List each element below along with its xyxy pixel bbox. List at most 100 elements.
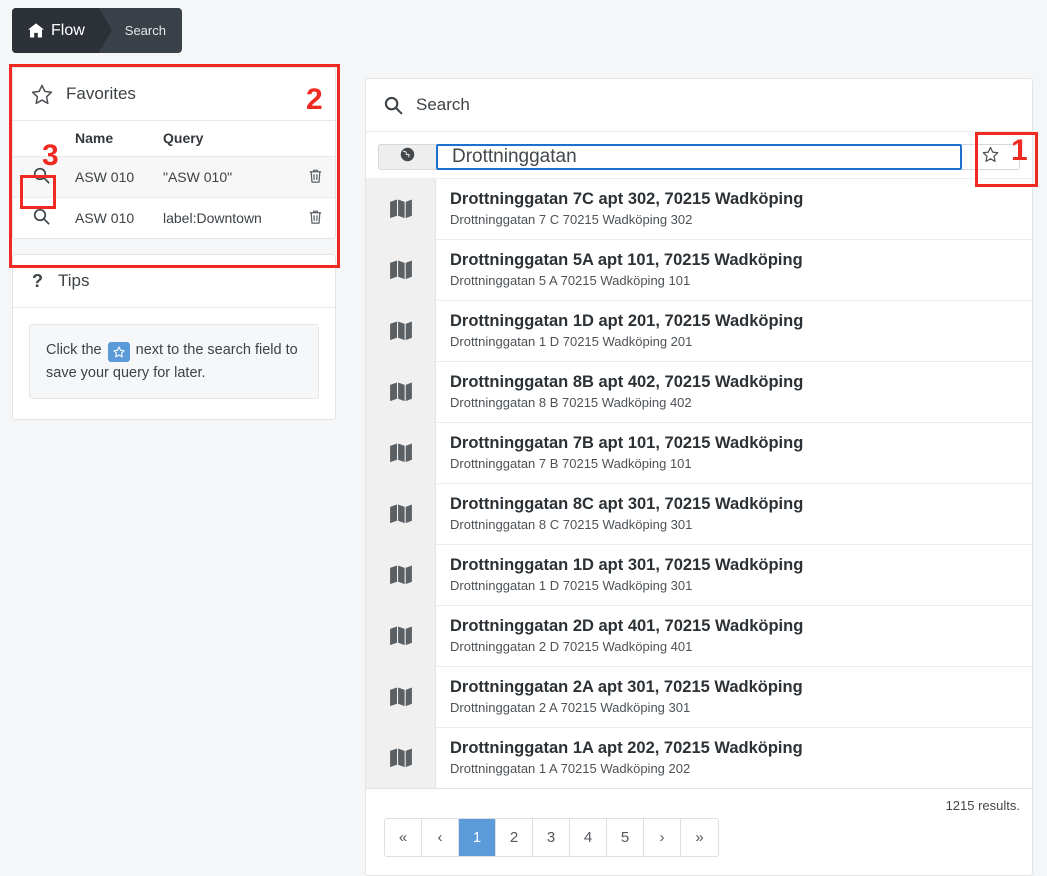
star-outline-icon	[982, 146, 999, 168]
list-item-text: Drottninggatan 7C apt 302, 70215 Wadköpi…	[436, 179, 817, 239]
favorite-row-delete-button[interactable]	[295, 156, 335, 198]
pagination-last[interactable]: »	[681, 819, 718, 856]
map-icon	[366, 484, 436, 544]
favorites-header-query: Query	[157, 121, 295, 157]
result-title: Drottninggatan 7C apt 302, 70215 Wadköpi…	[450, 190, 804, 208]
search-panel: Search Drottninggatan Drottninggatan 7C …	[365, 78, 1033, 876]
list-item[interactable]: Drottninggatan 1D apt 201, 70215 Wadköpi…	[366, 301, 1032, 362]
result-title: Drottninggatan 1A apt 202, 70215 Wadköpi…	[450, 739, 803, 757]
search-results-list: Drottninggatan 7C apt 302, 70215 Wadköpi…	[366, 178, 1032, 789]
map-icon	[366, 423, 436, 483]
pagination-page-5[interactable]: 5	[607, 819, 644, 856]
result-subtitle: Drottninggatan 2 A 70215 Wadköping 301	[450, 700, 691, 716]
magnifier-icon	[384, 96, 403, 115]
favorite-row-query: label:Downtown	[163, 210, 262, 226]
pagination-page-1[interactable]: 1	[459, 819, 496, 856]
results-count: 1215 results.	[945, 798, 1020, 813]
tips-body: Click the next to the search field to sa…	[13, 308, 335, 419]
tips-text-before: Click the	[46, 342, 102, 358]
list-item[interactable]: Drottninggatan 2A apt 301, 70215 Wadköpi…	[366, 667, 1032, 728]
list-item[interactable]: Drottninggatan 8C apt 301, 70215 Wadköpi…	[366, 484, 1032, 545]
search-input[interactable]	[436, 144, 962, 170]
list-item-text: Drottninggatan 2D apt 401, 70215 Wadköpi…	[436, 606, 817, 666]
search-scope-addon[interactable]	[378, 144, 436, 170]
list-item-text: Drottninggatan 2A apt 301, 70215 Wadköpi…	[436, 667, 817, 727]
result-subtitle: Drottninggatan 1 D 70215 Wadköping 201	[450, 334, 693, 350]
list-item[interactable]: Drottninggatan 8B apt 402, 70215 Wadköpi…	[366, 362, 1032, 423]
list-item[interactable]: Drottninggatan 1D apt 301, 70215 Wadköpi…	[366, 545, 1032, 606]
favorites-table-header-row: Name Query	[13, 121, 335, 157]
map-icon	[366, 667, 436, 727]
tips-panel: ? Tips Click the next to the search fiel…	[12, 254, 336, 421]
favorites-panel-header: Favorites	[13, 68, 335, 121]
trash-icon[interactable]	[308, 168, 323, 184]
pagination-first[interactable]: «	[385, 819, 422, 856]
list-item[interactable]: Drottninggatan 7B apt 101, 70215 Wadköpi…	[366, 423, 1032, 484]
table-row[interactable]: ASW 010 "ASW 010"	[13, 156, 335, 198]
search-input-group	[366, 132, 1032, 178]
favorites-title: Favorites	[66, 84, 136, 103]
list-item[interactable]: Drottninggatan 1A apt 202, 70215 Wadköpi…	[366, 728, 1032, 789]
favorite-row-search-button[interactable]	[13, 156, 69, 198]
list-item[interactable]: Drottninggatan 7C apt 302, 70215 Wadköpi…	[366, 179, 1032, 240]
result-title: Drottninggatan 1D apt 201, 70215 Wadköpi…	[450, 312, 804, 330]
list-item-text: Drottninggatan 5A apt 101, 70215 Wadköpi…	[436, 240, 817, 300]
map-icon	[366, 606, 436, 666]
magnifier-icon[interactable]	[33, 208, 50, 225]
favorites-header-actions	[295, 121, 335, 157]
breadcrumb-item-flow[interactable]: Flow	[12, 8, 112, 53]
map-icon	[366, 240, 436, 300]
result-title: Drottninggatan 2D apt 401, 70215 Wadköpi…	[450, 617, 804, 635]
svg-text:?: ?	[32, 271, 43, 291]
pagination: « ‹ 1 2 3 4 5 › »	[366, 813, 1032, 875]
list-item[interactable]: Drottninggatan 2D apt 401, 70215 Wadköpi…	[366, 606, 1032, 667]
star-icon	[107, 342, 130, 362]
breadcrumb-flow-label: Flow	[51, 21, 85, 39]
tips-message: Click the next to the search field to sa…	[29, 324, 319, 400]
map-icon	[366, 545, 436, 605]
magnifier-icon[interactable]	[33, 167, 50, 184]
favorite-row-query: "ASW 010"	[157, 156, 295, 198]
favorite-star-button[interactable]	[962, 144, 1020, 170]
list-item-text: Drottninggatan 8B apt 402, 70215 Wadköpi…	[436, 362, 817, 422]
tips-panel-header: ? Tips	[13, 255, 335, 308]
pagination-page-2[interactable]: 2	[496, 819, 533, 856]
favorites-header-icon-cell	[13, 121, 69, 157]
search-card: Search Drottninggatan Drottninggatan 7C …	[365, 78, 1033, 876]
search-title: Search	[416, 95, 470, 114]
map-icon	[366, 179, 436, 239]
result-title: Drottninggatan 7B apt 101, 70215 Wadköpi…	[450, 434, 804, 452]
map-icon	[366, 728, 436, 788]
result-title: Drottninggatan 8B apt 402, 70215 Wadköpi…	[450, 373, 804, 391]
pagination-prev[interactable]: ‹	[422, 819, 459, 856]
pagination-page-3[interactable]: 3	[533, 819, 570, 856]
pagination-next[interactable]: ›	[644, 819, 681, 856]
map-icon	[366, 301, 436, 361]
pagination-page-4[interactable]: 4	[570, 819, 607, 856]
list-item-text: Drottninggatan 1A apt 202, 70215 Wadköpi…	[436, 728, 817, 788]
favorite-row-name: ASW 010	[69, 156, 157, 198]
list-item-text: Drottninggatan 7B apt 101, 70215 Wadköpi…	[436, 423, 817, 483]
result-subtitle: Drottninggatan 7 C 70215 Wadköping 302	[450, 212, 693, 228]
search-panel-header: Search	[366, 79, 1032, 132]
favorites-table: Name Query ASW 010 "ASW 010" ASW 010 lab…	[13, 121, 335, 238]
result-subtitle: Drottninggatan 8 C 70215 Wadköping 301	[450, 517, 693, 533]
result-subtitle: Drottninggatan 7 B 70215 Wadköping 101	[450, 456, 692, 472]
map-icon	[366, 362, 436, 422]
favorites-header-name: Name	[69, 121, 157, 157]
trash-icon[interactable]	[308, 209, 323, 225]
favorites-panel: Favorites Name Query ASW 010 "ASW 010" A…	[12, 67, 336, 239]
table-row[interactable]: ASW 010 label:Downtown	[13, 198, 335, 239]
favorite-row-delete-button[interactable]	[295, 198, 335, 239]
result-subtitle: Drottninggatan 8 B 70215 Wadköping 402	[450, 395, 692, 411]
left-sidebar: Favorites Name Query ASW 010 "ASW 010" A…	[12, 67, 336, 421]
home-icon	[28, 23, 44, 38]
list-item-text: Drottninggatan 1D apt 301, 70215 Wadköpi…	[436, 545, 817, 605]
result-subtitle: Drottninggatan 2 D 70215 Wadköping 401	[450, 639, 693, 655]
favorite-row-name: ASW 010	[75, 210, 135, 226]
result-subtitle: Drottninggatan 1 D 70215 Wadköping 301	[450, 578, 693, 594]
list-item[interactable]: Drottninggatan 5A apt 101, 70215 Wadköpi…	[366, 240, 1032, 301]
favorite-row-search-button[interactable]	[13, 198, 69, 239]
breadcrumb-search-label: Search	[124, 23, 166, 38]
result-subtitle: Drottninggatan 1 A 70215 Wadköping 202	[450, 761, 691, 777]
